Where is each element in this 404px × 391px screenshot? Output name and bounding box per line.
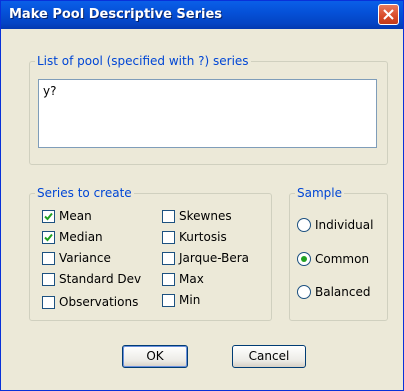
cancel-button[interactable]: Cancel	[232, 345, 306, 368]
radio-button[interactable]	[297, 218, 311, 232]
radio-label: Common	[315, 252, 370, 266]
checkbox-box[interactable]	[162, 231, 175, 244]
window-title: Make Pool Descriptive Series	[9, 7, 223, 22]
checkbox-label: Min	[179, 293, 201, 307]
checkbox-label: Max	[179, 272, 204, 286]
sample-legend: Sample	[295, 186, 344, 200]
radio-selected-dot	[301, 256, 307, 262]
pool-series-input[interactable]: y?	[38, 79, 377, 148]
close-button[interactable]	[378, 4, 399, 25]
series-to-create-legend: Series to create	[35, 186, 134, 200]
checkmark-icon	[44, 212, 53, 221]
title-bar[interactable]: Make Pool Descriptive Series	[1, 1, 403, 29]
radio-label: Individual	[315, 218, 374, 232]
checkbox-label: Observations	[59, 295, 139, 309]
checkbox-box[interactable]	[162, 294, 175, 307]
checkbox-box[interactable]	[42, 252, 55, 265]
ok-button[interactable]: OK	[122, 345, 188, 368]
checkbox-box[interactable]	[42, 273, 55, 286]
checkbox-box[interactable]	[162, 252, 175, 265]
checkbox-label: Median	[59, 230, 103, 244]
checkmark-icon	[44, 233, 53, 242]
checkbox-label: Kurtosis	[179, 230, 227, 244]
radio-button[interactable]	[297, 252, 311, 266]
checkbox-box[interactable]	[162, 273, 175, 286]
radio-button[interactable]	[297, 285, 311, 299]
checkbox-box[interactable]	[42, 210, 55, 223]
checkbox-label: Standard Dev	[59, 272, 142, 286]
checkbox-label: Skewnes	[179, 209, 232, 223]
checkbox-box[interactable]	[42, 231, 55, 244]
checkbox-label: Jarque-Bera	[179, 251, 250, 265]
close-icon	[383, 9, 394, 20]
checkbox-label: Mean	[59, 209, 92, 223]
dialog-window: Make Pool Descriptive Series List of poo…	[0, 0, 404, 391]
checkbox-box[interactable]	[42, 296, 55, 309]
checkbox-box[interactable]	[162, 210, 175, 223]
pool-series-legend: List of pool (specified with ?) series	[35, 54, 251, 68]
checkbox-label: Variance	[59, 251, 111, 265]
radio-label: Balanced	[315, 285, 371, 299]
